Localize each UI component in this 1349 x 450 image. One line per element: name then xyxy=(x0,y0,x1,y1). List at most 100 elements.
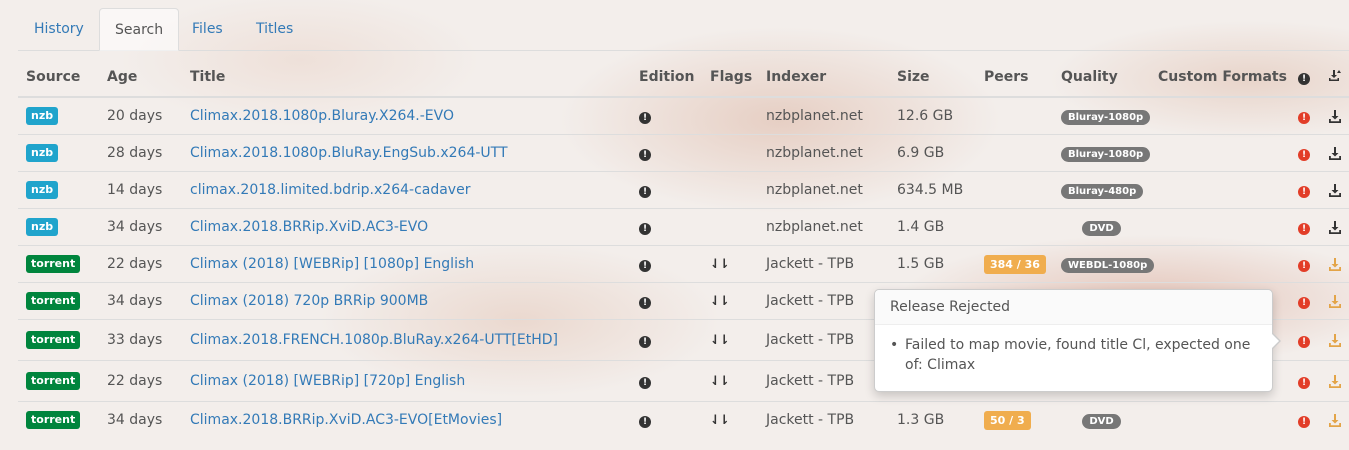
column-indexer[interactable]: Indexer xyxy=(758,58,889,98)
tab-history[interactable]: History xyxy=(19,8,99,50)
quality-badge: Bluray-480p xyxy=(1061,183,1144,199)
release-title-link[interactable]: Climax.2018.1080p.Bluray.X264.-EVO xyxy=(190,108,454,124)
peers-cell xyxy=(976,208,1053,246)
edition-cell: ! xyxy=(631,208,702,246)
age-cell: 34 days xyxy=(99,282,182,320)
quality-cell: DVD xyxy=(1053,208,1150,246)
rejection-cell: ! xyxy=(1290,319,1320,361)
edition-cell: ! xyxy=(631,282,702,320)
tab-files[interactable]: Files xyxy=(177,8,238,50)
edition-cell: ! xyxy=(631,360,702,402)
flags-arrows-icon: ⇃⇂ xyxy=(710,374,730,389)
quality-cell: Bluray-1080p xyxy=(1053,96,1151,135)
column-custom-formats[interactable]: Custom Formats xyxy=(1150,58,1290,98)
source-cell: nzb xyxy=(18,96,99,135)
download-cell xyxy=(1320,134,1349,172)
rejection-exclamation-icon[interactable]: ! xyxy=(1298,336,1310,348)
download-icon[interactable] xyxy=(1328,109,1342,123)
peers-cell xyxy=(976,134,1053,172)
download-icon[interactable] xyxy=(1328,146,1342,160)
title-cell: Climax (2018) [WEBRip] [720p] English xyxy=(182,360,631,402)
tab-search[interactable]: Search xyxy=(99,8,180,51)
custom-formats-cell xyxy=(1150,208,1290,246)
release-title-link[interactable]: Climax.2018.BRRip.XviD.AC3-EVO[EtMovies] xyxy=(190,412,502,428)
rejection-exclamation-icon[interactable]: ! xyxy=(1298,297,1310,309)
indexer-cell: Jackett - TPB xyxy=(758,282,889,320)
custom-formats-cell xyxy=(1150,401,1290,438)
source-cell: nzb xyxy=(18,208,99,246)
age-cell: 34 days xyxy=(99,401,182,438)
table-row: torrent 34 days Climax.2018.BRRip.XviD.AC3… xyxy=(18,401,1349,438)
source-cell: torrent xyxy=(18,282,99,320)
column-source[interactable]: Source xyxy=(18,58,99,98)
flags-cell xyxy=(702,171,758,209)
rejection-exclamation-icon[interactable]: ! xyxy=(1298,416,1310,428)
release-title-link[interactable]: Climax (2018) [WEBRip] [1080p] English xyxy=(190,256,474,272)
title-cell: Climax.2018.FRENCH.1080p.BluRay.x264-UTT… xyxy=(182,319,631,361)
rejection-exclamation-icon[interactable]: ! xyxy=(1298,149,1310,161)
title-cell: Climax.2018.1080p.Bluray.X264.-EVO xyxy=(182,96,631,135)
age-cell: 33 days xyxy=(99,319,182,361)
indexer-cell: nzbplanet.net xyxy=(758,96,889,135)
release-title-link[interactable]: Climax.2018.1080p.BluRay.EngSub.x264-UTT xyxy=(190,145,508,161)
source-cell: torrent xyxy=(18,360,99,402)
exclamation-circle-icon[interactable]: ! xyxy=(639,336,651,348)
column-title[interactable]: Title xyxy=(182,58,631,98)
rejection-exclamation-icon[interactable]: ! xyxy=(1298,112,1310,124)
rejection-cell: ! xyxy=(1290,245,1320,283)
size-cell: 634.5 MB xyxy=(889,171,976,209)
download-icon[interactable] xyxy=(1328,413,1342,427)
edition-cell: ! xyxy=(631,96,702,135)
exclamation-circle-icon[interactable]: ! xyxy=(639,186,651,198)
column-size[interactable]: Size xyxy=(889,58,976,98)
rejection-exclamation-icon[interactable]: ! xyxy=(1298,223,1310,235)
rejection-exclamation-icon[interactable]: ! xyxy=(1298,377,1310,389)
custom-formats-cell xyxy=(1150,245,1290,283)
download-cell xyxy=(1320,282,1349,320)
flags-cell xyxy=(702,208,758,246)
release-title-link[interactable]: climax.2018.limited.bdrip.x264-cadaver xyxy=(190,182,470,198)
exclamation-circle-icon[interactable]: ! xyxy=(639,112,651,124)
exclamation-circle-icon[interactable]: ! xyxy=(639,416,651,428)
tab-titles[interactable]: Titles xyxy=(241,8,308,50)
quality-badge: Bluray-1080p xyxy=(1061,109,1151,125)
size-cell: 12.6 GB xyxy=(889,96,976,135)
indexer-cell: Jackett - TPB xyxy=(758,245,889,283)
exclamation-circle-icon[interactable]: ! xyxy=(639,149,651,161)
release-title-link[interactable]: Climax.2018.FRENCH.1080p.BluRay.x264-UTT… xyxy=(190,332,558,348)
source-badge: torrent xyxy=(26,331,81,349)
exclamation-circle-icon: ! xyxy=(1298,73,1310,85)
exclamation-circle-icon[interactable]: ! xyxy=(639,297,651,309)
column-edition[interactable]: Edition xyxy=(631,58,702,98)
column-quality[interactable]: Quality xyxy=(1053,58,1150,98)
download-icon[interactable] xyxy=(1328,220,1342,234)
release-title-link[interactable]: Climax.2018.BRRip.XviD.AC3-EVO xyxy=(190,219,428,235)
rejection-cell: ! xyxy=(1290,171,1320,209)
column-age[interactable]: Age xyxy=(99,58,182,98)
indexer-cell: nzbplanet.net xyxy=(758,171,889,209)
download-icon[interactable] xyxy=(1328,333,1342,347)
column-peers[interactable]: Peers xyxy=(976,58,1053,98)
download-cell xyxy=(1320,96,1349,135)
exclamation-circle-icon[interactable]: ! xyxy=(639,260,651,272)
download-icon[interactable] xyxy=(1328,183,1342,197)
exclamation-circle-icon[interactable]: ! xyxy=(639,223,651,235)
rejection-exclamation-icon[interactable]: ! xyxy=(1298,186,1310,198)
release-title-link[interactable]: Climax (2018) 720p BRRip 900MB xyxy=(190,293,428,309)
release-title-link[interactable]: Climax (2018) [WEBRip] [720p] English xyxy=(190,373,465,389)
download-icon[interactable] xyxy=(1328,374,1342,388)
indexer-cell: Jackett - TPB xyxy=(758,360,889,402)
flags-cell xyxy=(702,134,758,172)
title-cell: Climax (2018) [WEBRip] [1080p] English xyxy=(182,245,631,283)
table-row: nzb 14 days climax.2018.limited.bdrip.x264… xyxy=(18,171,1349,209)
rejection-exclamation-icon[interactable]: ! xyxy=(1298,260,1310,272)
download-icon[interactable] xyxy=(1328,294,1342,308)
column-flags[interactable]: Flags xyxy=(702,58,758,98)
exclamation-circle-icon[interactable]: ! xyxy=(639,377,651,389)
table-row: torrent 22 days Climax (2018) [WEBRip] [10… xyxy=(18,245,1349,283)
download-icon[interactable] xyxy=(1328,257,1342,271)
quality-cell: DVD xyxy=(1053,401,1150,438)
download-sort-icon xyxy=(1329,69,1341,81)
column-rejections[interactable]: ! xyxy=(1290,58,1320,98)
column-download[interactable] xyxy=(1320,58,1349,98)
